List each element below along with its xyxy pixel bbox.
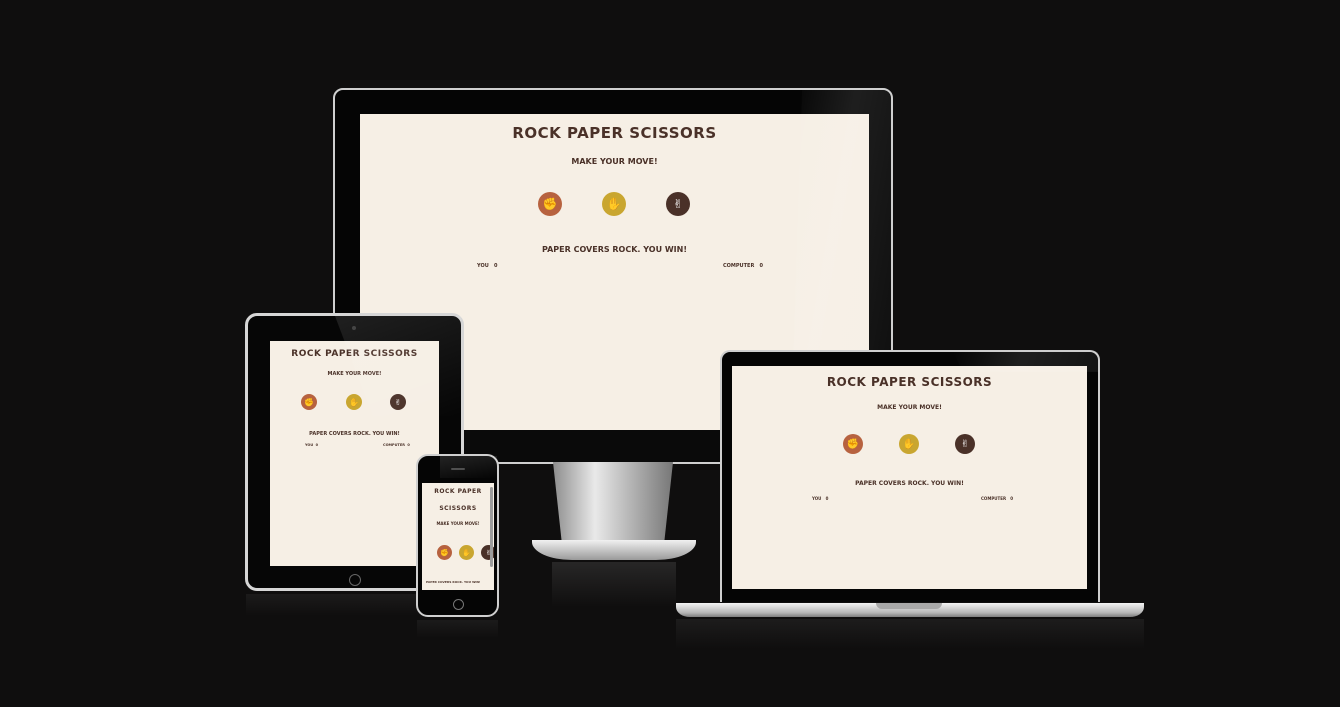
laptop-rock-button[interactable]: ✊ bbox=[843, 434, 863, 454]
open-hand-icon: ✋ bbox=[349, 397, 359, 407]
player-score-value: 0 bbox=[494, 263, 498, 269]
laptop-reflection bbox=[676, 619, 1144, 649]
desktop-scissors-button[interactable]: ✌ bbox=[666, 192, 690, 216]
desktop-monitor-stand bbox=[553, 462, 673, 550]
tablet-rock-button[interactable]: ✊ bbox=[301, 394, 317, 410]
player-score-value: 0 bbox=[315, 443, 319, 447]
phone-glare bbox=[440, 456, 497, 478]
phone-game-title-line2: SCISSORS bbox=[439, 505, 477, 512]
computer-label: COMPUTER bbox=[723, 263, 755, 269]
laptop-player-score: YOU 0 bbox=[812, 496, 828, 501]
desktop-monitor-stand-base bbox=[532, 540, 696, 560]
open-hand-icon: ✋ bbox=[902, 438, 916, 450]
computer-label: COMPUTER bbox=[981, 496, 1007, 501]
laptop-scissors-button[interactable]: ✌ bbox=[955, 434, 975, 454]
open-hand-icon: ✋ bbox=[606, 197, 622, 211]
tablet-result-text: PAPER COVERS ROCK. YOU WIN! bbox=[309, 431, 400, 437]
fist-icon: ✊ bbox=[846, 438, 860, 450]
computer-label: COMPUTER bbox=[383, 443, 405, 447]
tablet-paper-button[interactable]: ✋ bbox=[346, 394, 362, 410]
phone-game-title-line1: ROCK PAPER bbox=[434, 488, 482, 495]
laptop-computer-score: COMPUTER 0 bbox=[981, 496, 1013, 501]
player-label: YOU bbox=[477, 263, 489, 269]
player-label: YOU bbox=[305, 443, 314, 447]
phone-home-button bbox=[453, 599, 464, 610]
laptop-subtitle: MAKE YOUR MOVE! bbox=[877, 404, 942, 411]
desktop-game-title: ROCK PAPER SCISSORS bbox=[512, 124, 717, 142]
laptop-result-text: PAPER COVERS ROCK. YOU WIN! bbox=[855, 480, 964, 487]
player-score-value: 0 bbox=[825, 496, 829, 501]
fist-icon: ✊ bbox=[542, 197, 558, 211]
desktop-rock-button[interactable]: ✊ bbox=[538, 192, 562, 216]
peace-hand-icon: ✌ bbox=[960, 438, 970, 450]
phone-screen: ROCK PAPER SCISSORS MAKE YOUR MOVE! ✊ ✋ … bbox=[422, 483, 494, 590]
phone-scrollbar[interactable] bbox=[490, 487, 493, 567]
computer-score-value: 0 bbox=[1010, 496, 1014, 501]
player-label: YOU bbox=[812, 496, 822, 501]
tablet-computer-score: COMPUTER 0 bbox=[383, 443, 410, 447]
desktop-result-text: PAPER COVERS ROCK. YOU WIN! bbox=[541, 245, 687, 254]
open-hand-icon: ✋ bbox=[462, 548, 471, 557]
phone-paper-button[interactable]: ✋ bbox=[459, 545, 474, 560]
fist-icon: ✊ bbox=[304, 397, 314, 407]
tablet-home-button bbox=[349, 574, 361, 586]
computer-score-value: 0 bbox=[407, 443, 410, 447]
desktop-stand-reflection bbox=[552, 562, 676, 607]
tablet-player-score: YOU 0 bbox=[305, 443, 318, 447]
laptop-opening-notch bbox=[876, 603, 942, 609]
phone-rock-button[interactable]: ✊ bbox=[437, 545, 452, 560]
desktop-subtitle: MAKE YOUR MOVE! bbox=[571, 157, 658, 166]
fist-icon: ✊ bbox=[440, 548, 449, 557]
phone-reflection bbox=[417, 620, 498, 638]
computer-score-value: 0 bbox=[759, 263, 764, 269]
laptop-paper-button[interactable]: ✋ bbox=[899, 434, 919, 454]
peace-hand-icon: ✌ bbox=[672, 197, 684, 211]
phone-subtitle: MAKE YOUR MOVE! bbox=[436, 521, 480, 526]
phone-result-text: PAPER COVERS ROCK. YOU WIN! bbox=[426, 580, 481, 584]
laptop-game-title: ROCK PAPER SCISSORS bbox=[826, 375, 993, 389]
laptop-screen: ROCK PAPER SCISSORS MAKE YOUR MOVE! ✊ ✋ … bbox=[732, 366, 1087, 589]
desktop-computer-score: COMPUTER 0 bbox=[723, 263, 763, 269]
desktop-paper-button[interactable]: ✋ bbox=[602, 192, 626, 216]
desktop-player-score: YOU 0 bbox=[477, 263, 497, 269]
